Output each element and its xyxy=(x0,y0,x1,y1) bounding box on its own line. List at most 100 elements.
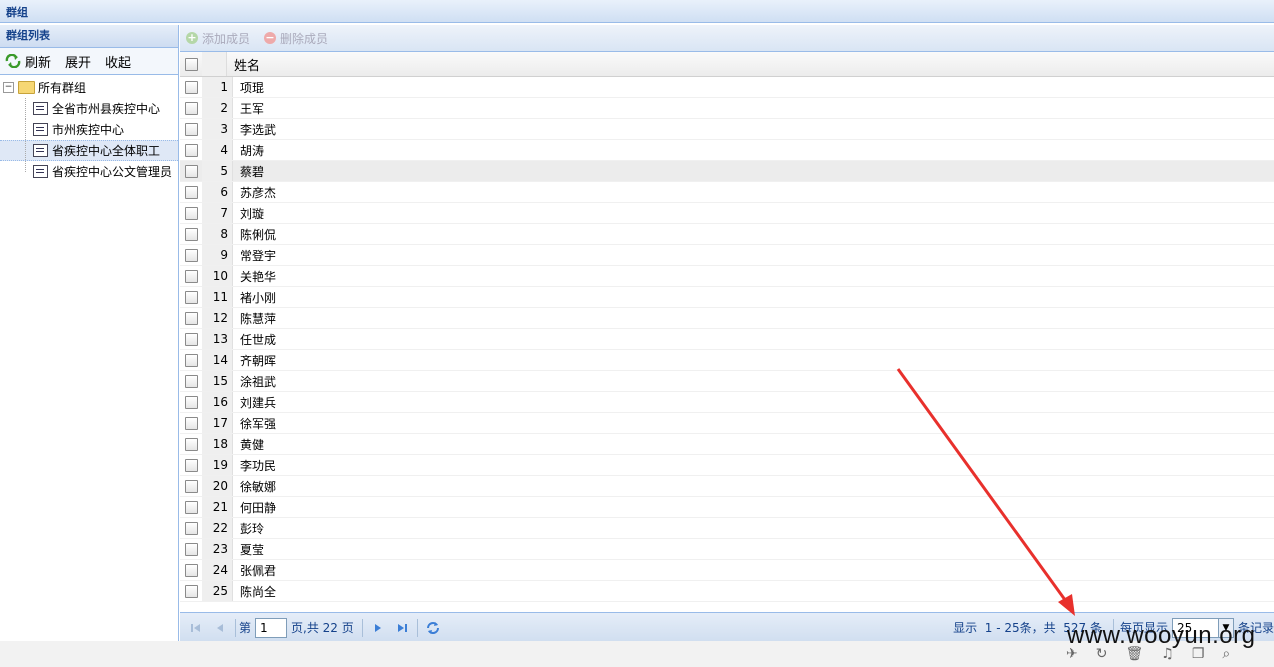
reload-button[interactable] xyxy=(425,620,441,636)
collapse-button[interactable]: 收起 xyxy=(105,52,131,71)
member-name: 褚小刚 xyxy=(240,290,277,305)
table-row[interactable]: 9 常登宇 xyxy=(180,245,1274,266)
table-row[interactable]: 4 胡涛 xyxy=(180,140,1274,161)
remove-member-button[interactable]: − 删除成员 xyxy=(264,30,328,47)
row-checkbox[interactable] xyxy=(184,101,198,115)
row-checkbox[interactable] xyxy=(184,143,198,157)
next-page-icon xyxy=(374,623,381,632)
row-checkbox[interactable] xyxy=(184,311,198,325)
last-page-icon xyxy=(397,623,407,632)
table-row[interactable]: 2 王军 xyxy=(180,98,1274,119)
table-row[interactable]: 23 夏莹 xyxy=(180,539,1274,560)
tree-node-label: 省疾控中心全体职工 xyxy=(52,144,161,158)
add-member-button[interactable]: + 添加成员 xyxy=(186,30,250,47)
next-page-button[interactable] xyxy=(370,620,386,636)
row-checkbox[interactable] xyxy=(184,185,198,199)
table-row[interactable]: 17 徐军强 xyxy=(180,413,1274,434)
table-row[interactable]: 18 黄健 xyxy=(180,434,1274,455)
member-name: 陈慧萍 xyxy=(240,311,277,326)
group-icon xyxy=(33,102,48,115)
reload-icon xyxy=(426,621,439,634)
member-name: 徐敏娜 xyxy=(240,479,277,494)
tree-node-root[interactable]: − 所有群组 xyxy=(0,77,178,98)
table-row[interactable]: 15 涂祖武 xyxy=(180,371,1274,392)
row-checkbox[interactable] xyxy=(184,353,198,367)
first-page-button[interactable] xyxy=(188,620,204,636)
table-row[interactable]: 25 陈尚全 xyxy=(180,581,1274,602)
row-number: 24 xyxy=(202,560,233,580)
member-name: 陈尚全 xyxy=(240,584,277,599)
table-row[interactable]: 8 陈俐侃 xyxy=(180,224,1274,245)
row-checkbox[interactable] xyxy=(184,164,198,178)
row-checkbox[interactable] xyxy=(184,206,198,220)
table-row[interactable]: 3 李选武 xyxy=(180,119,1274,140)
expand-label: 展开 xyxy=(65,55,92,71)
table-row[interactable]: 10 关艳华 xyxy=(180,266,1274,287)
row-number: 25 xyxy=(202,581,233,601)
member-name: 张佩君 xyxy=(240,563,277,578)
row-number: 5 xyxy=(202,161,233,181)
refresh-button[interactable]: 刷新 xyxy=(4,52,51,71)
row-checkbox[interactable] xyxy=(184,458,198,472)
table-row[interactable]: 6 苏彦杰 xyxy=(180,182,1274,203)
row-checkbox[interactable] xyxy=(184,80,198,94)
table-row[interactable]: 12 陈慧萍 xyxy=(180,308,1274,329)
row-checkbox[interactable] xyxy=(184,269,198,283)
page-number-input[interactable]: 1 xyxy=(255,617,288,638)
table-row[interactable]: 24 张佩君 xyxy=(180,560,1274,581)
table-row[interactable]: 13 任世成 xyxy=(180,329,1274,350)
row-checkbox[interactable] xyxy=(184,584,198,598)
row-checkbox[interactable] xyxy=(184,437,198,451)
row-checkbox[interactable] xyxy=(184,563,198,577)
table-row[interactable]: 20 徐敏娜 xyxy=(180,476,1274,497)
row-checkbox[interactable] xyxy=(184,374,198,388)
member-name: 关艳华 xyxy=(240,269,277,284)
row-number: 19 xyxy=(202,455,233,475)
row-checkbox[interactable] xyxy=(184,479,198,493)
table-row[interactable]: 22 彭玲 xyxy=(180,518,1274,539)
member-name: 项琨 xyxy=(240,80,265,95)
column-header-name[interactable]: 姓名 xyxy=(227,55,260,74)
select-all-checkbox[interactable] xyxy=(184,57,198,71)
tree-node-group[interactable]: 市州疾控中心 xyxy=(0,119,178,140)
group-icon xyxy=(33,123,48,136)
row-number: 22 xyxy=(202,518,233,538)
member-toolbar: + 添加成员 − 删除成员 xyxy=(180,25,1274,52)
row-checkbox[interactable] xyxy=(184,332,198,346)
member-name: 刘璇 xyxy=(240,206,265,221)
tree-node-group[interactable]: 省疾控中心公文管理员 xyxy=(0,161,178,182)
member-name: 陈俐侃 xyxy=(240,227,277,242)
collapse-toggle-icon[interactable]: − xyxy=(3,82,14,93)
refresh-label: 刷新 xyxy=(25,55,52,71)
table-row[interactable]: 21 何田静 xyxy=(180,497,1274,518)
table-row[interactable]: 19 李功民 xyxy=(180,455,1274,476)
row-checkbox[interactable] xyxy=(184,500,198,514)
row-checkbox[interactable] xyxy=(184,395,198,409)
tree-node-group[interactable]: 全省市州县疾控中心 xyxy=(0,98,178,119)
table-row[interactable]: 14 齐朝晖 xyxy=(180,350,1274,371)
prev-page-button[interactable] xyxy=(212,620,228,636)
row-checkbox[interactable] xyxy=(184,290,198,304)
table-row[interactable]: 16 刘建兵 xyxy=(180,392,1274,413)
group-list-toolbar: 刷新 展开 收起 xyxy=(0,48,178,75)
table-row[interactable]: 11 褚小刚 xyxy=(180,287,1274,308)
row-checkbox[interactable] xyxy=(184,521,198,535)
page-suffix: 页,共 22 页 xyxy=(291,621,354,635)
table-row[interactable]: 5 蔡碧 xyxy=(180,161,1274,182)
row-checkbox[interactable] xyxy=(184,122,198,136)
row-checkbox[interactable] xyxy=(184,542,198,556)
row-number: 11 xyxy=(202,287,233,307)
member-panel: + 添加成员 − 删除成员 姓名 1 项琨 2 王军 3 李选武 4 胡涛 5 蔡碧 6 苏彦杰 7 刘璇… xyxy=(180,25,1274,642)
row-checkbox[interactable] xyxy=(184,248,198,262)
table-row[interactable]: 1 项琨 xyxy=(180,77,1274,98)
tree-node-group-selected[interactable]: 省疾控中心全体职工 xyxy=(0,140,178,161)
last-page-button[interactable] xyxy=(394,620,410,636)
row-checkbox[interactable] xyxy=(184,227,198,241)
table-row[interactable]: 7 刘璇 xyxy=(180,203,1274,224)
row-number: 9 xyxy=(202,245,233,265)
row-checkbox[interactable] xyxy=(184,416,198,430)
row-number: 15 xyxy=(202,371,233,391)
row-number: 21 xyxy=(202,497,233,517)
member-name: 苏彦杰 xyxy=(240,185,277,200)
expand-button[interactable]: 展开 xyxy=(65,52,91,71)
